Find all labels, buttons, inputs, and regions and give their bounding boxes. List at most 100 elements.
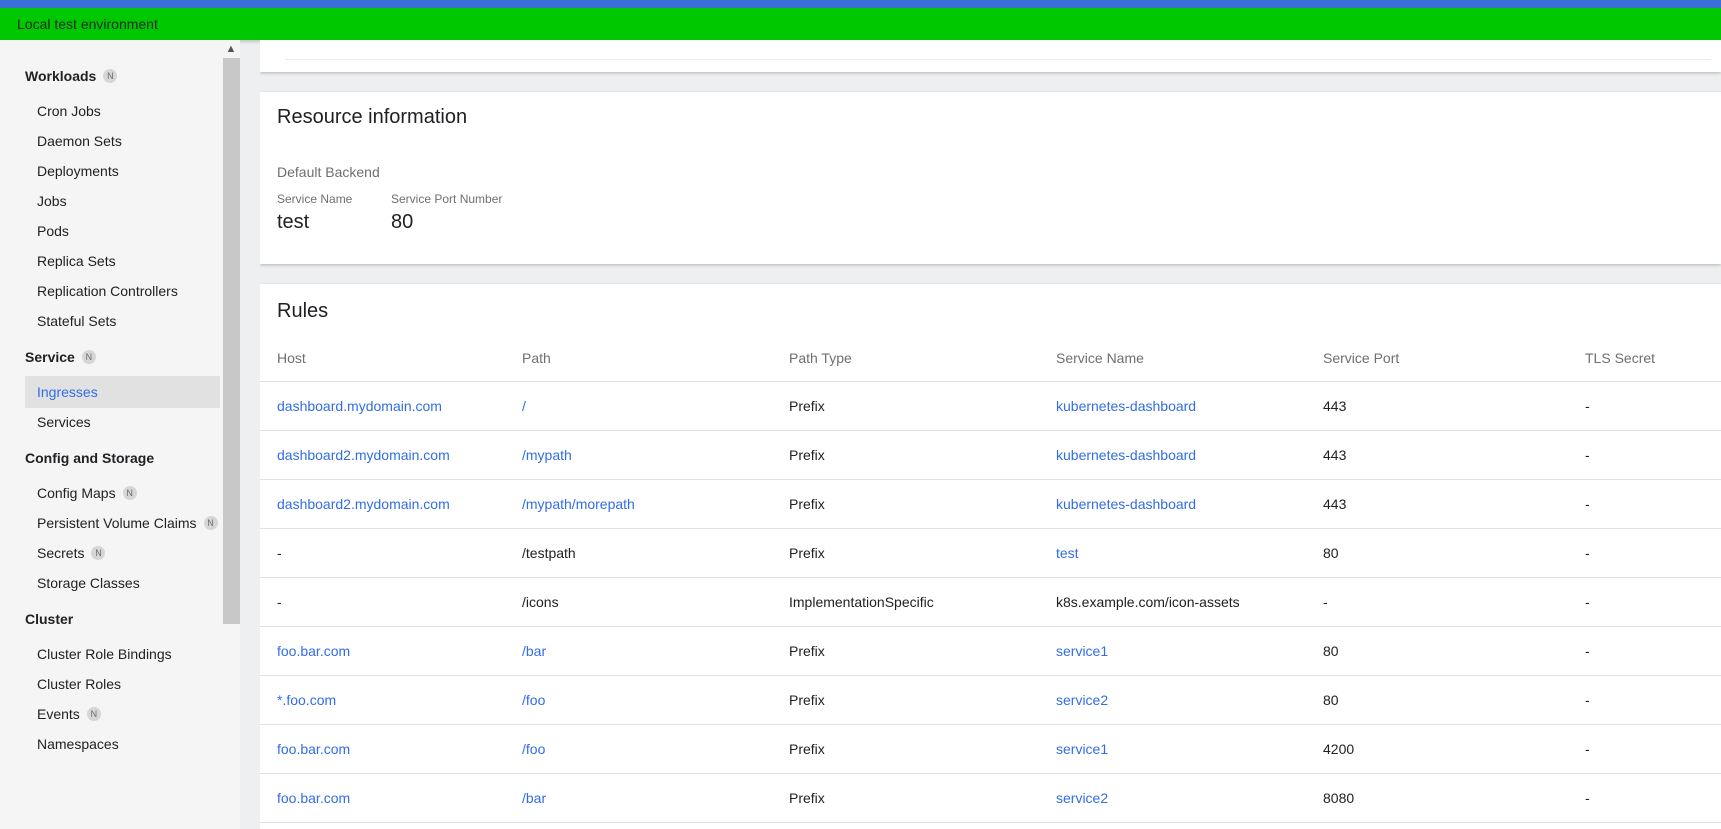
sidebar-item-replication-controllers[interactable]: Replication Controllers <box>25 275 220 307</box>
cell-host: foo.bar.com <box>260 773 522 823</box>
sidebar-item-namespaces[interactable]: Namespaces <box>25 728 220 760</box>
cell-host: dashboard.mydomain.com <box>260 381 522 431</box>
sidebar-item-secrets[interactable]: Secrets N <box>25 537 220 569</box>
cell-service-port: 443 <box>1323 430 1585 480</box>
cell-tls-secret: - <box>1585 773 1721 823</box>
cell-path: /testpath <box>522 528 789 578</box>
sidebar-item-persistent-volume-claims[interactable]: Persistent Volume Claims N <box>25 507 220 539</box>
rules-title: Rules <box>277 300 329 322</box>
sidebar-item-events[interactable]: Events N <box>25 698 220 730</box>
service-port-label: Service Port Number <box>391 192 503 206</box>
sidebar-item-cron-jobs[interactable]: Cron Jobs <box>25 95 220 127</box>
path-link[interactable]: /bar <box>522 790 546 806</box>
sidebar-item-replica-sets[interactable]: Replica Sets <box>25 245 220 277</box>
table-row: dashboard2.mydomain.com/mypath Prefix kube… <box>260 430 1721 480</box>
service-name-link[interactable]: service2 <box>1056 790 1108 806</box>
tls-secret-text: - <box>1585 790 1590 806</box>
service-name-link[interactable]: service2 <box>1056 692 1108 708</box>
cell-service-name: service2 <box>1056 773 1323 823</box>
tls-secret-text: - <box>1585 594 1590 610</box>
cell-path: /foo <box>522 675 789 725</box>
column-header-path-type: Path Type <box>789 334 1056 382</box>
sidebar-item-jobs[interactable]: Jobs <box>25 185 220 217</box>
sidebar-item-cluster-role-bindings[interactable]: Cluster Role Bindings <box>25 638 220 670</box>
sidebar-item-cluster-roles[interactable]: Cluster Roles <box>25 668 220 700</box>
sidebar-item-config-maps[interactable]: Config Maps N <box>25 477 220 509</box>
path-type-text: Prefix <box>789 545 825 561</box>
sidebar-item-services[interactable]: Services <box>25 406 220 438</box>
host-link[interactable]: *.foo.com <box>277 692 336 708</box>
host-link[interactable]: foo.bar.com <box>277 741 350 757</box>
service-port-text: 4200 <box>1323 741 1355 757</box>
tls-secret-text: - <box>1585 496 1590 512</box>
cell-service-name: kubernetes-dashboard <box>1056 381 1323 431</box>
sidebar-item-deployments[interactable]: Deployments <box>25 155 220 187</box>
path-link[interactable]: /mypath/morepath <box>522 496 635 512</box>
tls-secret-text: - <box>1585 398 1590 414</box>
service-name-link[interactable]: test <box>1056 545 1079 561</box>
cell-host: foo.bar.com <box>260 724 522 774</box>
sidebar-section-cluster[interactable]: Cluster <box>25 609 73 629</box>
host-link[interactable]: dashboard2.mydomain.com <box>277 496 450 512</box>
cell-path: /mypath/morepath <box>522 479 789 529</box>
path-text: /icons <box>522 594 559 610</box>
cell-host: *.foo.com <box>260 675 522 725</box>
tls-secret-text: - <box>1585 447 1590 463</box>
cell-path: /icons <box>522 577 789 627</box>
service-name-link[interactable]: kubernetes-dashboard <box>1056 447 1196 463</box>
sidebar-item-pods[interactable]: Pods <box>25 215 220 247</box>
service-name-link[interactable]: kubernetes-dashboard <box>1056 496 1196 512</box>
path-link[interactable]: /foo <box>522 692 545 708</box>
service-name-link[interactable]: service1 <box>1056 643 1108 659</box>
sidebar-nav: Workloads N Cron Jobs Daemon Sets Deployment… <box>0 40 240 829</box>
cell-service-port: 80 <box>1323 626 1585 676</box>
sidebar-section-workloads[interactable]: Workloads N <box>25 66 118 86</box>
cell-service-name: service2 <box>1056 675 1323 725</box>
sidebar-item-label: Cron Jobs <box>37 103 101 119</box>
host-link[interactable]: dashboard.mydomain.com <box>277 398 442 414</box>
path-type-text: Prefix <box>789 692 825 708</box>
sidebar-item-ingresses[interactable]: Ingresses <box>25 376 220 408</box>
sidebar-item-label: Cluster Roles <box>37 676 122 692</box>
sidebar-scrollbar-thumb[interactable] <box>223 58 240 624</box>
path-type-text: Prefix <box>789 447 825 463</box>
sidebar-section-config-and-storage[interactable]: Config and Storage <box>25 448 154 468</box>
cell-service-name: service1 <box>1056 626 1323 676</box>
cell-path-type: Prefix <box>789 479 1056 529</box>
metadata-card-bottom <box>260 40 1721 72</box>
host-link[interactable]: dashboard2.mydomain.com <box>277 447 450 463</box>
cell-host: - <box>260 528 522 578</box>
sidebar-item-label: Secrets <box>37 545 85 561</box>
sidebar-item-label: Jobs <box>37 193 67 209</box>
cell-path-type: Prefix <box>789 528 1056 578</box>
cell-tls-secret: - <box>1585 626 1721 676</box>
path-link[interactable]: /bar <box>522 643 546 659</box>
cell-tls-secret: - <box>1585 430 1721 480</box>
service-name-link[interactable]: service1 <box>1056 741 1108 757</box>
sidebar-section-service[interactable]: Service N <box>25 347 96 367</box>
service-name-value: test <box>277 211 310 233</box>
column-header-host: Host <box>260 334 522 382</box>
service-port-text: 443 <box>1323 496 1347 512</box>
path-link[interactable]: /foo <box>522 741 545 757</box>
cell-tls-secret: - <box>1585 724 1721 774</box>
service-port-text: 80 <box>1323 643 1339 659</box>
host-link[interactable]: foo.bar.com <box>277 643 350 659</box>
path-link[interactable]: / <box>522 398 526 414</box>
main-content: Resource information Default Backend Ser… <box>260 40 1721 829</box>
service-name-link[interactable]: kubernetes-dashboard <box>1056 398 1196 414</box>
sidebar-item-stateful-sets[interactable]: Stateful Sets <box>25 305 220 337</box>
cell-host: foo.bar.com <box>260 626 522 676</box>
scroll-up-icon[interactable]: ▲ <box>223 41 239 57</box>
sidebar-item-storage-classes[interactable]: Storage Classes <box>25 567 220 599</box>
sidebar-item-daemon-sets[interactable]: Daemon Sets <box>25 125 220 157</box>
host-link[interactable]: foo.bar.com <box>277 790 350 806</box>
divider <box>285 59 1711 60</box>
path-link[interactable]: /mypath <box>522 447 572 463</box>
cell-service-port: 443 <box>1323 381 1585 431</box>
cell-path-type: Prefix <box>789 626 1056 676</box>
sidebar-item-label: Ingresses <box>37 384 98 400</box>
sidebar-item-label: Replica Sets <box>37 253 116 269</box>
sidebar-item-label: Persistent Volume Claims <box>37 515 197 531</box>
cell-path-type: Prefix <box>789 675 1056 725</box>
